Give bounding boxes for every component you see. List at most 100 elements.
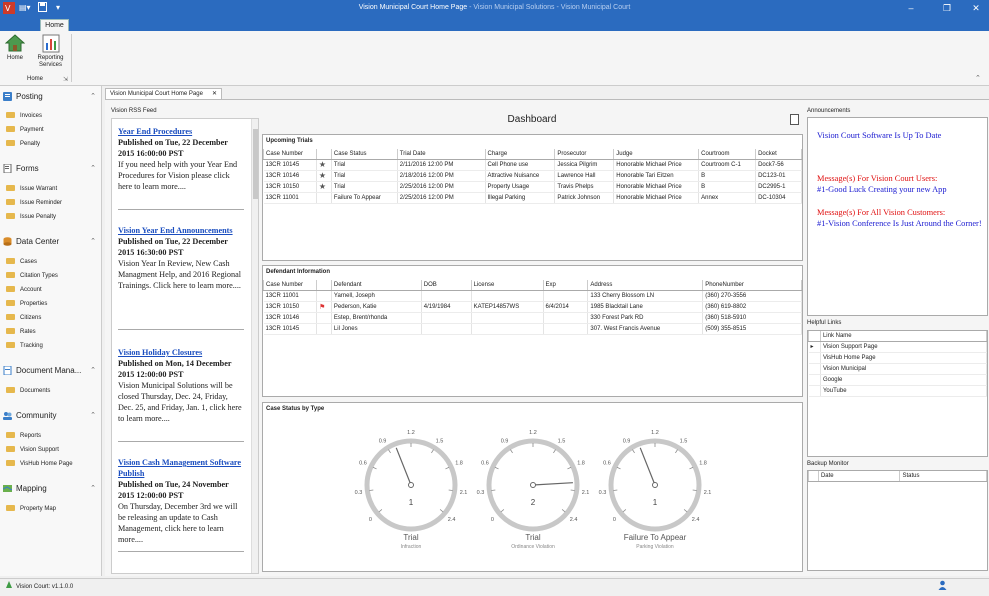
table-row[interactable]: 13CR 10150 ⚑ Pederson, Katie 4/19/1984 K… bbox=[263, 301, 802, 313]
table-row[interactable]: YouTube bbox=[808, 385, 988, 397]
home-button[interactable]: Home bbox=[3, 33, 27, 62]
nav-section-document-management[interactable]: Document Mana... ⌃ bbox=[3, 365, 99, 377]
column-header[interactable]: Courtroom bbox=[698, 149, 757, 160]
nav-item-properties[interactable]: Properties bbox=[6, 299, 98, 310]
folder-icon bbox=[6, 505, 15, 511]
column-header[interactable]: Exp bbox=[542, 280, 589, 291]
rss-item-description[interactable]: Vision Year In Review, New Cash Managmen… bbox=[118, 258, 244, 291]
rss-item-title-link[interactable]: Vision Year End Announcements bbox=[118, 225, 244, 236]
nav-item-reports[interactable]: Reports bbox=[6, 431, 98, 442]
close-icon[interactable]: ✕ bbox=[969, 3, 983, 14]
link-cell[interactable]: VisHub Home Page bbox=[820, 352, 988, 364]
rss-scrollbar[interactable] bbox=[251, 119, 258, 573]
column-header[interactable]: Docket bbox=[755, 149, 802, 160]
nav-item-citation-types[interactable]: Citation Types bbox=[6, 271, 98, 282]
export-document-icon[interactable] bbox=[790, 114, 799, 125]
dialog-launcher-icon[interactable]: ⇲ bbox=[63, 76, 68, 83]
gauge-tick-label: 0.6 bbox=[603, 461, 611, 467]
rss-item-description[interactable]: Vision Municipal Solutions will be close… bbox=[118, 380, 244, 424]
link-cell[interactable]: YouTube bbox=[820, 385, 988, 397]
table-cell bbox=[543, 290, 589, 302]
nav-item-citizens[interactable]: Citizens bbox=[6, 313, 98, 324]
nav-section-forms[interactable]: Forms ⌃ bbox=[3, 163, 99, 175]
link-cell[interactable]: Vision Municipal bbox=[820, 363, 988, 375]
chevron-up-icon[interactable]: ⌃ bbox=[90, 163, 96, 175]
chevron-up-icon[interactable]: ⌃ bbox=[90, 236, 96, 248]
nav-item-cases[interactable]: Cases bbox=[6, 257, 98, 268]
chevron-up-icon[interactable]: ⌃ bbox=[90, 483, 96, 495]
column-header[interactable]: Address bbox=[587, 280, 704, 291]
link-cell[interactable]: Vision Support Page bbox=[820, 341, 988, 353]
column-header[interactable]: Link Name bbox=[819, 331, 988, 342]
nav-section-posting[interactable]: Posting ⌃ bbox=[3, 91, 99, 103]
column-header[interactable]: Case Status bbox=[330, 149, 398, 160]
column-header[interactable]: Prosecutor bbox=[554, 149, 615, 160]
rss-item-title-link[interactable]: Vision Cash Management Software Publish bbox=[118, 457, 244, 479]
user-icon[interactable] bbox=[938, 579, 947, 596]
link-cell[interactable]: Google bbox=[820, 374, 988, 386]
nav-item-issue-reminder[interactable]: Issue Reminder bbox=[6, 198, 98, 209]
table-row[interactable]: VisHub Home Page bbox=[808, 352, 988, 364]
table-row[interactable]: 13CR 10146 Estep, Brent/rhonda 330 Fores… bbox=[263, 312, 802, 324]
rss-item-description[interactable]: On Thursday, December 3rd we will be rel… bbox=[118, 501, 244, 545]
reporting-services-button[interactable]: Reporting Services bbox=[33, 33, 68, 69]
table-cell: Honorable Michael Price bbox=[613, 181, 700, 193]
column-header[interactable]: Case Number bbox=[263, 280, 317, 291]
nav-section-data-center[interactable]: Data Center ⌃ bbox=[3, 236, 99, 248]
rss-item-title-link[interactable]: Year End Procedures bbox=[118, 126, 244, 137]
table-row[interactable]: 13CR 11001 Failure To Appear 2/25/2016 1… bbox=[263, 192, 802, 204]
column-header[interactable]: Case Number bbox=[263, 149, 317, 160]
column-header[interactable]: Defendant bbox=[330, 280, 422, 291]
tab-home[interactable]: Home bbox=[40, 19, 69, 31]
rss-item-description[interactable]: If you need help with your Year End Proc… bbox=[118, 159, 244, 192]
nav-section-community[interactable]: Community ⌃ bbox=[3, 410, 99, 422]
column-header[interactable]: Judge bbox=[613, 149, 700, 160]
scrollbar-thumb[interactable] bbox=[253, 129, 258, 199]
table-row[interactable]: 13CR 10146 ★ Trial 2/18/2016 12:00 PM At… bbox=[263, 170, 802, 182]
star-icon: ★ bbox=[316, 170, 332, 182]
column-header[interactable] bbox=[315, 149, 332, 160]
table-row[interactable]: 13CR 10145 ★ Trial 2/11/2016 12:00 PM Ce… bbox=[263, 159, 802, 171]
document-tab-home-page[interactable]: Vision Municipal Court Home Page ✕ bbox=[105, 88, 222, 99]
collapse-ribbon-icon[interactable]: ⌃ bbox=[975, 74, 981, 82]
chevron-up-icon[interactable]: ⌃ bbox=[90, 365, 96, 377]
gauge-tick bbox=[692, 489, 697, 491]
table-row[interactable]: 13CR 10145 Lil Jones 307. West Francis A… bbox=[263, 323, 802, 335]
table-cell bbox=[471, 323, 544, 335]
nav-item-invoices[interactable]: Invoices bbox=[6, 111, 98, 122]
column-header[interactable]: Charge bbox=[484, 149, 556, 160]
column-header[interactable]: PhoneNumber bbox=[702, 280, 802, 291]
column-header[interactable]: Trial Date bbox=[396, 149, 486, 160]
folder-icon bbox=[6, 314, 15, 320]
table-row[interactable]: 13CR 11001 Yarnell, Joseph 133 Cherry Bl… bbox=[263, 290, 802, 302]
nav-item-property-map[interactable]: Property Map bbox=[6, 504, 98, 515]
column-header[interactable]: Status bbox=[899, 471, 987, 482]
table-row[interactable]: Vision Municipal bbox=[808, 363, 988, 375]
column-header[interactable]: License bbox=[470, 280, 544, 291]
restore-icon[interactable]: ❐ bbox=[940, 3, 954, 14]
column-header[interactable] bbox=[315, 280, 332, 291]
nav-item-vishub-home-page[interactable]: VisHub Home Page bbox=[6, 459, 98, 470]
column-header[interactable]: Date bbox=[817, 471, 901, 482]
nav-item-documents[interactable]: Documents bbox=[6, 386, 98, 397]
nav-item-vision-support[interactable]: Vision Support bbox=[6, 445, 98, 456]
table-cell: DC123-01 bbox=[755, 170, 802, 182]
table-row[interactable]: ▸ Vision Support Page bbox=[808, 341, 988, 353]
nav-item-tracking[interactable]: Tracking bbox=[6, 341, 98, 352]
nav-item-issue-penalty[interactable]: Issue Penalty bbox=[6, 212, 98, 223]
nav-item-penalty[interactable]: Penalty bbox=[6, 139, 98, 150]
nav-section-mapping[interactable]: Mapping ⌃ bbox=[2, 483, 99, 495]
minimize-icon[interactable]: – bbox=[904, 3, 918, 14]
nav-item-rates[interactable]: Rates bbox=[6, 327, 98, 338]
chevron-up-icon[interactable]: ⌃ bbox=[90, 91, 96, 103]
chevron-up-icon[interactable]: ⌃ bbox=[90, 410, 96, 422]
nav-item-payment[interactable]: Payment bbox=[6, 125, 98, 136]
column-header[interactable]: DOB bbox=[420, 280, 472, 291]
gauge-tick-label: 2.1 bbox=[704, 490, 712, 496]
nav-item-account[interactable]: Account bbox=[6, 285, 98, 296]
rss-item-title-link[interactable]: Vision Holiday Closures bbox=[118, 347, 244, 358]
table-row[interactable]: 13CR 10150 ★ Trial 2/25/2016 12:00 PM Pr… bbox=[263, 181, 802, 193]
close-tab-icon[interactable]: ✕ bbox=[212, 89, 217, 99]
nav-item-issue-warrant[interactable]: Issue Warrant bbox=[6, 184, 98, 195]
table-row[interactable]: Google bbox=[808, 374, 988, 386]
